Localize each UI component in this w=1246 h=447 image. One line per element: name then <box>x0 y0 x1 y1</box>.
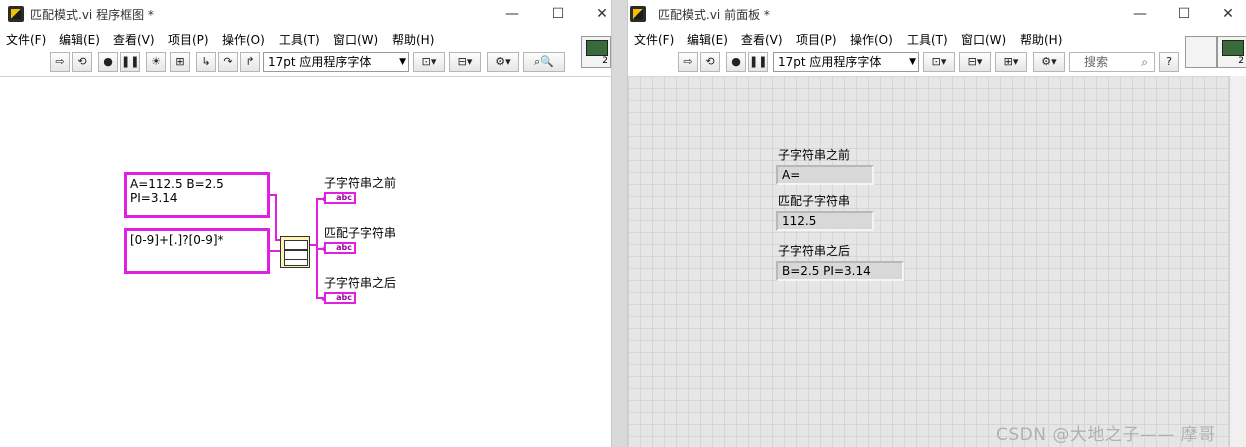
connector-number: 2 <box>1238 56 1244 66</box>
run-arrow-icon[interactable]: ⇨ <box>678 52 698 72</box>
labview-icon <box>630 6 646 22</box>
reorder-icon[interactable]: ⚙▾ <box>1033 52 1065 72</box>
labview-icon <box>8 6 24 22</box>
minimize-button[interactable]: — <box>1118 2 1162 26</box>
title-bar: 匹配模式.vi 前面板 * — ☐ ✕ <box>628 0 1246 28</box>
highlight-execution-icon[interactable]: ☀ <box>146 52 166 72</box>
vertical-scrollbar[interactable] <box>1229 76 1246 447</box>
search-input[interactable]: 搜索 ⌕ <box>1069 52 1155 72</box>
menu-help[interactable]: 帮助(H) <box>1020 31 1062 48</box>
indicator-after: B=2.5 PI=3.14 <box>776 261 904 281</box>
help-icon[interactable]: ? <box>1159 52 1179 72</box>
toolbar: ⇨ ⟲ ● ❚❚ ☀ ⊞ ↳ ↷ ↱ 17pt 应用程序字体 ▼ ⊡▾ ⊟▾ ⚙▾… <box>0 50 611 77</box>
pause-icon[interactable]: ❚❚ <box>748 52 768 72</box>
menu-window[interactable]: 窗口(W) <box>333 31 378 48</box>
menu-help[interactable]: 帮助(H) <box>392 31 434 48</box>
close-button[interactable]: ✕ <box>580 2 611 26</box>
indicator-before-value: A= <box>782 168 801 182</box>
watermark: CSDN @大地之子—— 摩哥 <box>996 425 1216 445</box>
indicator-match: 112.5 <box>776 211 874 231</box>
menu-view[interactable]: 查看(V) <box>741 31 783 48</box>
menu-project[interactable]: 项目(P) <box>796 31 837 48</box>
menu-file[interactable]: 文件(F) <box>6 31 46 48</box>
font-select[interactable]: 17pt 应用程序字体 ▼ <box>773 52 919 72</box>
toolbar: ⇨ ⟲ ● ❚❚ 17pt 应用程序字体 ▼ ⊡▾ ⊟▾ ⊞▾ ⚙▾ 搜索 ⌕ ? <box>628 50 1246 77</box>
maximize-button[interactable]: ☐ <box>536 2 580 26</box>
vi-icon[interactable]: 2 <box>581 36 611 68</box>
menu-tools[interactable]: 工具(T) <box>279 31 320 48</box>
font-label: 17pt 应用程序字体 <box>778 55 882 69</box>
match-pattern-node[interactable] <box>280 236 310 268</box>
abort-icon[interactable]: ● <box>726 52 746 72</box>
menu-operate[interactable]: 操作(O) <box>850 31 893 48</box>
menu-file[interactable]: 文件(F) <box>634 31 674 48</box>
node-row <box>284 259 308 266</box>
close-button[interactable]: ✕ <box>1206 2 1246 26</box>
connector-pane-icon[interactable] <box>1185 36 1217 68</box>
chevron-down-icon: ▼ <box>399 57 406 67</box>
string-indicator-terminal-match[interactable]: abc <box>321 242 356 254</box>
font-select[interactable]: 17pt 应用程序字体 ▼ <box>263 52 409 72</box>
font-label: 17pt 应用程序字体 <box>268 55 372 69</box>
indicator-after-value: B=2.5 PI=3.14 <box>782 264 871 278</box>
menu-view[interactable]: 查看(V) <box>113 31 155 48</box>
string-indicator-terminal-before[interactable]: abc <box>321 192 356 204</box>
align-objects-icon[interactable]: ⊡▾ <box>413 52 445 72</box>
chevron-down-icon: ▼ <box>909 57 916 67</box>
string-indicator-terminal-after[interactable]: abc <box>321 292 356 304</box>
regex-text: [0-9]+[.]?[0-9]* <box>130 233 224 247</box>
indicator-label-before: 子字符串之前 <box>778 148 851 162</box>
step-over-icon[interactable]: ↷ <box>218 52 238 72</box>
minimize-button[interactable]: — <box>490 2 534 26</box>
indicator-label-match: 匹配子字符串 <box>324 226 397 240</box>
search-icon: ⌕ <box>1141 55 1148 69</box>
menu-edit[interactable]: 编辑(E) <box>59 31 100 48</box>
indicator-match-value: 112.5 <box>782 214 817 228</box>
connector-number: 2 <box>602 56 608 66</box>
indicator-label-after: 子字符串之后 <box>324 276 397 290</box>
menu-edit[interactable]: 编辑(E) <box>687 31 728 48</box>
scope-icon <box>586 40 608 56</box>
vi-icon[interactable]: 2 <box>1217 36 1246 68</box>
resize-objects-icon[interactable]: ⊞▾ <box>995 52 1027 72</box>
reorder-icon[interactable]: ⚙▾ <box>487 52 519 72</box>
run-arrow-icon[interactable]: ⇨ <box>50 52 70 72</box>
step-out-icon[interactable]: ↱ <box>240 52 260 72</box>
abort-icon[interactable]: ● <box>98 52 118 72</box>
input-string-constant[interactable]: A=112.5 B=2.5 PI=3.14 <box>124 172 270 218</box>
indicator-label-match: 匹配子字符串 <box>778 194 851 208</box>
distribute-objects-icon[interactable]: ⊟▾ <box>959 52 991 72</box>
align-objects-icon[interactable]: ⊡▾ <box>923 52 955 72</box>
window-title: 匹配模式.vi 程序框图 * <box>30 8 154 22</box>
clean-up-diagram-icon[interactable]: ⌕🔍 <box>523 52 565 72</box>
menu-bar: 文件(F) 编辑(E) 查看(V) 项目(P) 操作(O) 工具(T) 窗口(W… <box>628 28 1246 50</box>
scope-icon <box>1222 40 1244 56</box>
run-continuously-icon[interactable]: ⟲ <box>72 52 92 72</box>
maximize-button[interactable]: ☐ <box>1162 2 1206 26</box>
menu-operate[interactable]: 操作(O) <box>222 31 265 48</box>
retain-wire-values-icon[interactable]: ⊞ <box>170 52 190 72</box>
menu-window[interactable]: 窗口(W) <box>961 31 1006 48</box>
window-title: 匹配模式.vi 前面板 * <box>658 8 770 22</box>
title-bar: 匹配模式.vi 程序框图 * — ☐ ✕ <box>0 0 611 28</box>
node-row <box>284 240 308 250</box>
indicator-label-after: 子字符串之后 <box>778 244 851 258</box>
indicator-before: A= <box>776 165 874 185</box>
indicator-label-before: 子字符串之前 <box>324 176 397 190</box>
front-panel-canvas[interactable] <box>628 76 1246 447</box>
menu-tools[interactable]: 工具(T) <box>907 31 948 48</box>
menu-project[interactable]: 项目(P) <box>168 31 209 48</box>
run-continuously-icon[interactable]: ⟲ <box>700 52 720 72</box>
distribute-objects-icon[interactable]: ⊟▾ <box>449 52 481 72</box>
pause-icon[interactable]: ❚❚ <box>120 52 140 72</box>
search-placeholder: 搜索 <box>1084 55 1109 69</box>
front-panel-window: 匹配模式.vi 前面板 * — ☐ ✕ 文件(F) 编辑(E) 查看(V) 项目… <box>627 0 1246 447</box>
input-string-text: A=112.5 B=2.5 PI=3.14 <box>130 177 224 205</box>
regex-constant[interactable]: [0-9]+[.]?[0-9]* <box>124 228 270 274</box>
block-diagram-window: 匹配模式.vi 程序框图 * — ☐ ✕ 文件(F) 编辑(E) 查看(V) 项… <box>0 0 612 447</box>
wire[interactable] <box>275 194 277 240</box>
step-into-icon[interactable]: ↳ <box>196 52 216 72</box>
menu-bar: 文件(F) 编辑(E) 查看(V) 项目(P) 操作(O) 工具(T) 窗口(W… <box>0 28 611 50</box>
desktop-gap <box>612 0 627 447</box>
